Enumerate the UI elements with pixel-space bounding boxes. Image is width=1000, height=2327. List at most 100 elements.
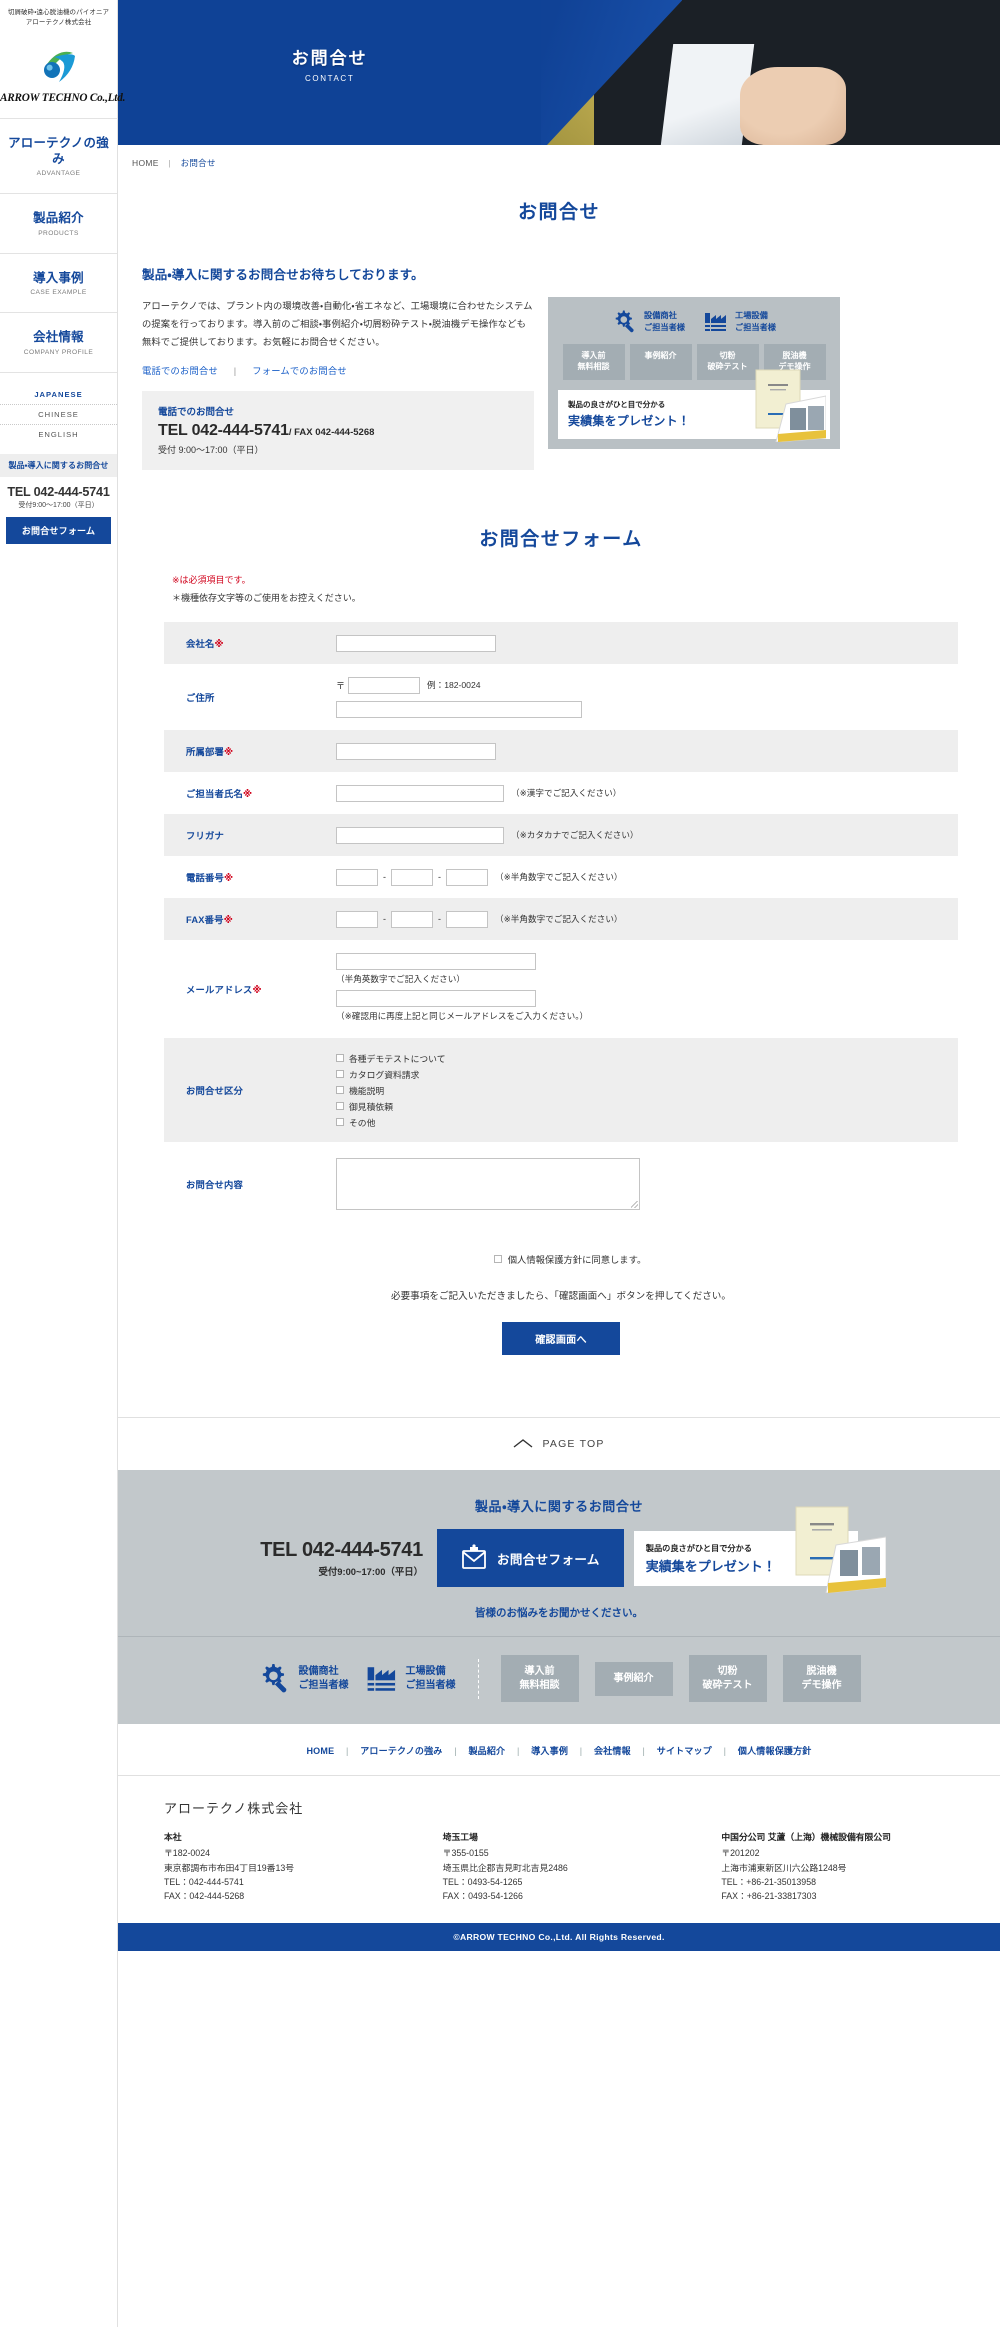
checkbox-icon[interactable] xyxy=(336,1054,344,1063)
footer-target-line1: 工場設備 xyxy=(405,1665,446,1677)
checkbox-icon[interactable] xyxy=(336,1070,344,1079)
breadcrumb-home[interactable]: HOME xyxy=(132,158,159,168)
form-row-tel: 電話番号※ - - （※半角数字でご記入ください） xyxy=(164,856,958,898)
form-label-address: ご住所 xyxy=(164,664,322,730)
sidebar-item-sublabel: ADVANTAGE xyxy=(36,170,81,178)
department-input[interactable] xyxy=(336,742,496,760)
factory-icon xyxy=(367,1667,395,1691)
address-name: 埼玉工場 xyxy=(442,1832,478,1843)
form-row-company: 会社名※ xyxy=(164,622,958,665)
confirm-button[interactable]: 確認画面へ xyxy=(502,1322,620,1356)
promo-tag: 導入前 無料相談 xyxy=(562,344,625,380)
footer-nav-home[interactable]: HOME xyxy=(306,1746,334,1756)
form-required-note: ※は必須項目です。 xyxy=(172,575,251,586)
form-label-name: ご担当者氏名※ xyxy=(164,772,322,814)
page-top-link[interactable]: PAGE TOP xyxy=(513,1438,604,1450)
message-textarea[interactable] xyxy=(336,1158,640,1211)
required-mark: ※ xyxy=(224,747,234,758)
language-chinese[interactable]: CHINESE xyxy=(0,403,117,424)
footer-address-china-branch: 中国分公司 艾蘆（上海）機械設備有限公司 〒201202 上海市浦東新区川六公路… xyxy=(721,1830,1000,1903)
site-tagline: 切屑破砕・遠心脱油機のパイオニア アローテクノ株式会社 xyxy=(0,0,117,28)
hero-title-en: CONTACT xyxy=(305,74,355,83)
sidebar-item-case-example[interactable]: 導入事例 CASE EXAMPLE xyxy=(0,252,117,313)
category-option-catalog[interactable]: カタログ資料請求 xyxy=(336,1066,958,1082)
form-label-text: 会社名 xyxy=(186,639,215,650)
promo-target-line1: 工場設備 xyxy=(735,311,768,321)
category-option-function[interactable]: 機能説明 xyxy=(336,1082,958,1098)
promo-banner[interactable]: 設備商社 ご担当者様 工場設備 ご担当者様 導入前 無料相談 事例紹介 切粉 破… xyxy=(548,297,840,449)
footer-nav-privacy[interactable]: 個人情報保護方針 xyxy=(738,1746,812,1756)
footer-cta-icons-row: 設備商社 ご担当者様 工場設備 ご担当者様 導入前 無料相談 事例紹介 切粉 破… xyxy=(118,1637,1000,1724)
sidebar-item-products[interactable]: 製品紹介 PRODUCTS xyxy=(0,193,117,253)
footer-cta-tel-block: TEL 042-444-5741 受付9:00~17:00（平日） xyxy=(260,1539,427,1578)
address-name: 本社 xyxy=(164,1832,182,1843)
zipcode-input[interactable] xyxy=(348,676,421,694)
promo-tag-line1: 導入前 xyxy=(581,351,606,360)
address-input[interactable] xyxy=(336,700,582,718)
company-name-input[interactable] xyxy=(336,634,496,652)
category-option-demo[interactable]: 各種デモテストについて xyxy=(336,1050,958,1066)
footer-tag-line1: 脱油機 xyxy=(806,1666,837,1678)
fax-part-3-input[interactable] xyxy=(446,910,488,928)
promo-gift-block: 製品の良さがひと目で分かる 実績集をプレゼント！ xyxy=(558,369,830,442)
site-logo[interactable]: ARROW TECHNO Co.,Ltd. xyxy=(0,28,125,118)
form-label-message: お問合せ内容 xyxy=(164,1142,322,1226)
footer-nav: HOME | アローテクノの強み | 製品紹介 | 導入事例 | 会社情報 | … xyxy=(118,1724,1000,1775)
fax-part-1-input[interactable] xyxy=(336,910,378,928)
sidebar-item-label: 導入事例 xyxy=(33,270,84,285)
footer-gift-block[interactable]: 製品の良さがひと目で分かる 実績集をプレゼント！ xyxy=(633,1506,886,1593)
tel-part-2-input[interactable] xyxy=(391,868,433,886)
tel-part-1-input[interactable] xyxy=(336,868,378,886)
footer-nav-separator: | xyxy=(642,1746,646,1757)
contact-name-input[interactable] xyxy=(336,784,504,802)
sidebar-contact-cta: 製品・導入に関するお問合せ TEL 042-444-5741 受付9:00～17… xyxy=(0,453,117,544)
tel-separator: - xyxy=(438,872,441,883)
category-option-other[interactable]: その他 xyxy=(336,1114,958,1130)
footer-cta-row: TEL 042-444-5741 受付9:00~17:00（平日） お問合せフォ… xyxy=(118,1506,1000,1593)
footer-nav-advantage[interactable]: アローテクノの強み xyxy=(360,1746,442,1756)
footer-tag-line1: 事例紹介 xyxy=(613,1673,654,1685)
promo-tag-line1: 切粉 xyxy=(719,351,736,360)
promo-target-factory: 工場設備 ご担当者様 xyxy=(703,309,776,335)
link-phone-inquiry[interactable]: 電話でのお問合せ xyxy=(142,366,218,376)
checkbox-icon[interactable] xyxy=(336,1118,344,1127)
sidebar-item-advantage[interactable]: アローテクノの強み ADVANTAGE xyxy=(0,118,117,194)
sidebar-item-sublabel: PRODUCTS xyxy=(38,229,79,237)
footer-contact-form-button[interactable]: お問合せフォーム xyxy=(436,1529,624,1588)
form-label-text: ご住所 xyxy=(186,693,215,704)
language-english[interactable]: ENGLISH xyxy=(0,423,117,444)
hero-title-block: お問合せ CONTACT xyxy=(118,44,541,83)
form-row-message: お問合せ内容 xyxy=(164,1142,958,1226)
footer-nav-sitemap[interactable]: サイトマップ xyxy=(657,1746,712,1756)
tel-part-3-input[interactable] xyxy=(446,868,488,886)
checkbox-icon[interactable] xyxy=(336,1086,344,1095)
privacy-agree-row[interactable]: 個人情報保護方針に同意します。 xyxy=(160,1226,980,1266)
email-input[interactable] xyxy=(336,952,536,970)
tagline-line-1: 切屑破砕・遠心脱油機のパイオニア xyxy=(7,9,110,16)
email-confirm-input[interactable] xyxy=(336,989,536,1007)
checkbox-icon[interactable] xyxy=(336,1102,344,1111)
sidebar-item-company-profile[interactable]: 会社情報 COMPANY PROFILE xyxy=(0,312,117,372)
form-label-company: 会社名※ xyxy=(164,622,322,665)
footer-nav-case-example[interactable]: 導入事例 xyxy=(531,1746,568,1756)
link-form-inquiry[interactable]: フォームでのお問合せ xyxy=(252,366,347,376)
furigana-input[interactable] xyxy=(336,826,504,844)
footer-cta-button-label: お問合せフォーム xyxy=(496,1552,600,1567)
footer-nav-separator: | xyxy=(723,1746,727,1757)
sidebar-contact-form-button[interactable]: お問合せフォーム xyxy=(6,516,111,544)
footer-nav-separator: | xyxy=(579,1746,583,1757)
category-option-quote[interactable]: 御見積依頼 xyxy=(336,1098,958,1114)
footer-nav-products[interactable]: 製品紹介 xyxy=(468,1746,505,1756)
fax-part-2-input[interactable] xyxy=(391,910,433,928)
footer-nav-company[interactable]: 会社情報 xyxy=(594,1746,631,1756)
address-tel: TEL：042-444-5741 xyxy=(164,1876,244,1887)
name-hint: （※漢字でご記入ください） xyxy=(511,788,622,799)
form-label-department: 所属部署※ xyxy=(164,730,322,773)
language-japanese[interactable]: JAPANESE xyxy=(0,385,117,404)
lead-paragraph: アローテクノでは、プラント内の環境改善・自動化・省エネなど、工場環境に合わせたシ… xyxy=(142,301,533,348)
address-street: 上海市浦東新区川六公路1248号 xyxy=(721,1862,847,1873)
checkbox-icon[interactable] xyxy=(493,1255,502,1264)
category-option-label: 各種デモテストについて xyxy=(349,1053,446,1064)
footer-vertical-separator xyxy=(477,1658,479,1699)
form-row-department: 所属部署※ xyxy=(164,730,958,773)
